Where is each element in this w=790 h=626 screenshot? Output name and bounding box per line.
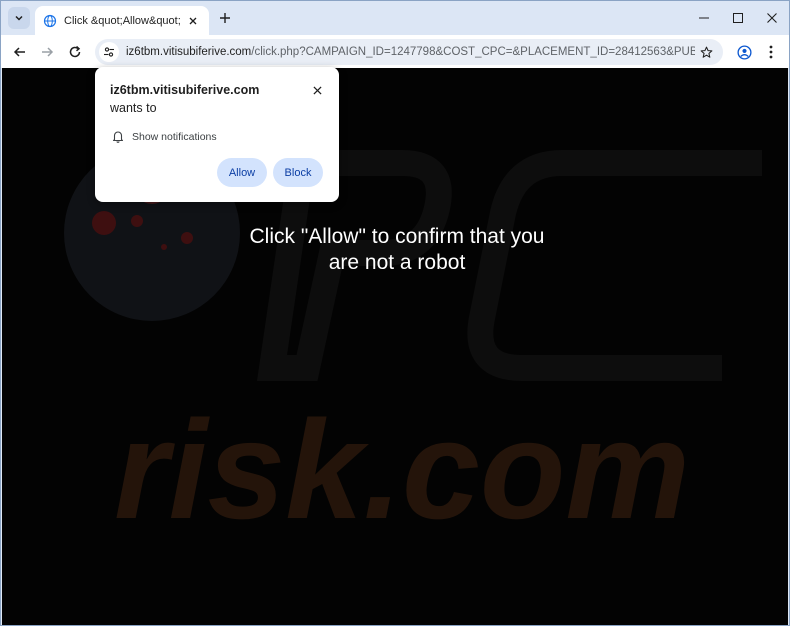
permission-close-button[interactable]	[307, 80, 327, 100]
back-button[interactable]	[9, 41, 31, 63]
maximize-button[interactable]	[721, 1, 755, 35]
close-window-button[interactable]	[755, 1, 789, 35]
forward-button[interactable]	[36, 41, 58, 63]
kebab-menu-icon	[769, 45, 773, 59]
browser-toolbar: iz6tbm.vitisubiferive.com/click.php?CAMP…	[1, 35, 789, 68]
profile-icon	[736, 44, 752, 60]
close-icon	[312, 85, 322, 95]
notification-permission-popup: iz6tbm.vitisubiferive.com wants to Show …	[95, 67, 339, 202]
arrow-right-icon	[42, 47, 54, 57]
url-path: /click.php?CAMPAIGN_ID=1247798&COST_CPC=…	[251, 46, 695, 58]
tab-search-button[interactable]	[8, 7, 30, 29]
robot-confirm-message: Click "Allow" to confirm that you are no…	[249, 225, 545, 274]
window-controls	[687, 1, 789, 35]
active-tab[interactable]: Click &quot;Allow&quot;	[35, 6, 209, 35]
watermark-text: risk.com	[114, 391, 690, 548]
tab-strip: Click &quot;Allow&quot;	[1, 1, 789, 35]
permission-site: iz6tbm.vitisubiferive.com	[110, 83, 260, 97]
globe-favicon-icon	[43, 14, 57, 28]
allow-button[interactable]: Allow	[217, 158, 267, 187]
close-icon	[767, 13, 777, 23]
block-button[interactable]: Block	[273, 158, 323, 187]
reload-icon	[69, 45, 81, 58]
close-tab-icon[interactable]	[185, 13, 201, 29]
url-text: iz6tbm.vitisubiferive.com/click.php?CAMP…	[126, 46, 695, 58]
reload-button[interactable]	[64, 41, 86, 63]
permission-wants-to: wants to	[110, 101, 157, 115]
permission-label: Show notifications	[132, 130, 217, 143]
new-tab-button[interactable]	[215, 8, 235, 28]
chevron-down-icon	[15, 15, 23, 21]
star-icon	[700, 46, 712, 58]
permission-title: iz6tbm.vitisubiferive.com wants to	[110, 81, 295, 117]
profile-button[interactable]	[733, 41, 755, 63]
tab-title: Click &quot;Allow&quot;	[64, 14, 181, 27]
address-bar[interactable]: iz6tbm.vitisubiferive.com/click.php?CAMP…	[95, 39, 723, 65]
plus-icon	[220, 13, 230, 23]
tune-icon	[104, 47, 114, 57]
site-info-button[interactable]	[99, 42, 119, 62]
minimize-button[interactable]	[687, 1, 721, 35]
url-host: iz6tbm.vitisubiferive.com	[126, 46, 252, 58]
permission-row: Show notifications	[112, 130, 217, 143]
bookmark-button[interactable]	[695, 41, 717, 63]
minimize-icon	[699, 17, 709, 19]
maximize-icon	[733, 13, 743, 23]
browser-window: Click &quot;Allow&quot; iz6tbm.vitisubif…	[0, 0, 790, 626]
arrow-left-icon	[13, 47, 25, 57]
menu-button[interactable]	[760, 41, 782, 63]
bell-icon	[112, 131, 124, 143]
